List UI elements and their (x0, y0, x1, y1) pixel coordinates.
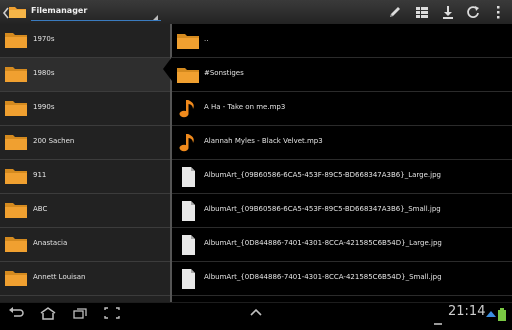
dir-item-1990s[interactable]: 1990s (0, 92, 170, 126)
back-icon[interactable] (6, 305, 26, 319)
refresh-icon[interactable] (463, 3, 483, 21)
folder-icon (4, 132, 28, 152)
battery-icon (498, 306, 506, 325)
folder-icon (4, 166, 28, 186)
folder-icon (4, 30, 28, 50)
file-item-jpg[interactable]: AlbumArt_{09B60586-6CA5-453F-89C5-BD6683… (172, 194, 512, 228)
file-list: .. #Sonstiges A Ha - Take on me.mp3 Alan… (172, 24, 512, 302)
recent-apps-icon[interactable] (70, 305, 90, 319)
selection-indicator (163, 57, 172, 81)
file-icon (176, 200, 200, 222)
dir-item-200-sachen[interactable]: 200 Sachen (0, 126, 170, 160)
dir-item-label: 1970s (33, 35, 55, 43)
dir-item-1980s[interactable]: 1980s (0, 58, 170, 92)
file-item-mp3[interactable]: Alannah Myles - Black Velvet.mp3 (172, 126, 512, 160)
dir-item-label: Anastacia (33, 239, 68, 247)
folder-icon (4, 98, 28, 118)
file-item-mp3[interactable]: A Ha - Take on me.mp3 (172, 92, 512, 126)
chevron-up-icon[interactable] (246, 305, 266, 319)
app-title[interactable]: Filemanager (31, 6, 87, 15)
title-underline (31, 20, 161, 21)
file-item-label: AlbumArt_{0D844886-7401-4301-8CCA-421585… (204, 239, 442, 247)
folder-icon (4, 200, 28, 220)
overflow-menu-icon[interactable] (488, 3, 508, 21)
dir-item-label: ABC (33, 205, 48, 213)
edit-pencil-icon[interactable] (385, 3, 405, 21)
dir-item-911[interactable]: 911 (0, 160, 170, 194)
app-folder-icon[interactable] (8, 4, 27, 19)
file-item-label: AlbumArt_{09B60586-6CA5-453F-89C5-BD6683… (204, 171, 441, 179)
file-item-label: A Ha - Take on me.mp3 (204, 103, 286, 111)
file-item-label: #Sonstiges (204, 69, 244, 77)
dir-item-label: 911 (33, 171, 47, 179)
file-icon (176, 166, 200, 188)
screenshot-icon[interactable] (102, 305, 122, 319)
file-item-label: AlbumArt_{0D844886-7401-4301-8CCA-421585… (204, 273, 442, 281)
dir-item-annett-louisan[interactable]: Annett Louisan (0, 262, 170, 296)
wifi-icon (486, 306, 496, 325)
music-note-icon (176, 98, 200, 120)
dir-item-label: Annett Louisan (33, 273, 86, 281)
file-item-jpg[interactable]: AlbumArt_{09B60586-6CA5-453F-89C5-BD6683… (172, 160, 512, 194)
dir-item-anastacia[interactable]: Anastacia (0, 228, 170, 262)
dir-item-label: 200 Sachen (33, 137, 75, 145)
file-item-label: AlbumArt_{09B60586-6CA5-453F-89C5-BD6683… (204, 205, 441, 213)
file-item-parent[interactable]: .. (172, 24, 512, 58)
directory-list: 1970s 1980s 1990s 200 Sachen 911 ABC Ana… (0, 24, 170, 302)
grid-view-icon[interactable] (412, 3, 432, 21)
file-item-jpg[interactable]: AlbumArt_{0D844886-7401-4301-8CCA-421585… (172, 228, 512, 262)
file-item-sonstiges[interactable]: #Sonstiges (172, 58, 512, 92)
file-icon (176, 234, 200, 256)
file-item-label: .. (204, 35, 209, 43)
minus-indicator-icon (434, 311, 442, 330)
title-dropdown-caret-icon (153, 15, 158, 20)
file-item-jpg[interactable]: AlbumArt_{0D844886-7401-4301-8CCA-421585… (172, 262, 512, 296)
file-item-label: Alannah Myles - Black Velvet.mp3 (204, 137, 323, 145)
dir-item-label: 1990s (33, 103, 55, 111)
clock[interactable]: 21:14 (448, 304, 485, 319)
system-bar: 21:14 (0, 302, 512, 325)
folder-icon (176, 64, 200, 86)
folder-icon (4, 268, 28, 288)
download-icon[interactable] (438, 3, 458, 21)
action-bar: Filemanager (0, 0, 512, 25)
dir-item-label: 1980s (33, 69, 55, 77)
file-icon (176, 268, 200, 290)
folder-icon (4, 234, 28, 254)
dir-item-1970s[interactable]: 1970s (0, 24, 170, 58)
dir-item-abc[interactable]: ABC (0, 194, 170, 228)
folder-icon (176, 30, 200, 52)
music-note-icon (176, 132, 200, 154)
folder-icon (4, 64, 28, 84)
home-icon[interactable] (38, 305, 58, 320)
